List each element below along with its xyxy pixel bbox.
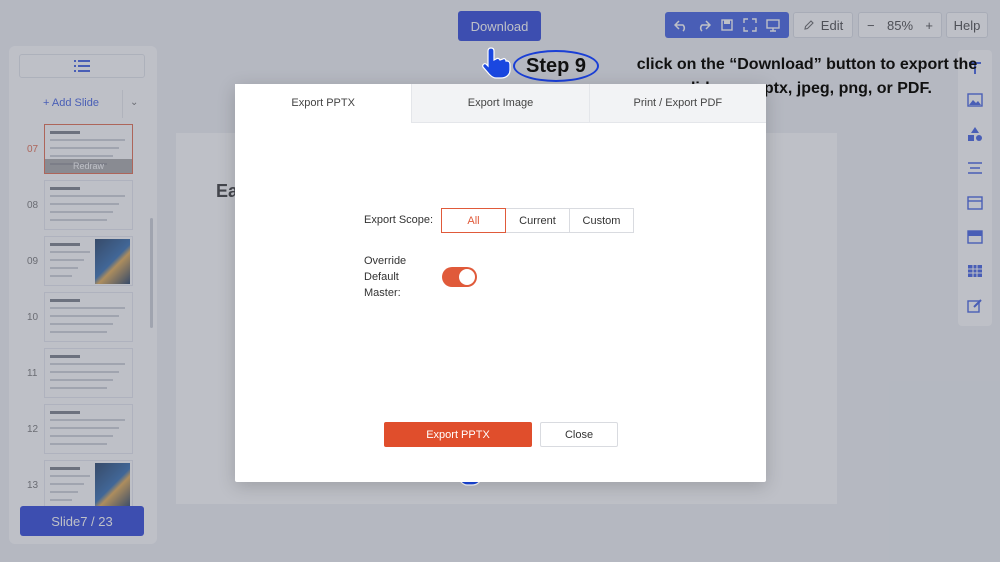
tab-export-pptx[interactable]: Export PPTX	[235, 84, 412, 123]
tab-print-export-pdf[interactable]: Print / Export PDF	[588, 84, 766, 123]
export-dialog: Export PPTX Export Image Print / Export …	[235, 84, 766, 482]
pointer-hand-icon	[478, 45, 512, 79]
export-pptx-button[interactable]: Export PPTX	[384, 422, 532, 447]
export-scope-selector: All Current Custom	[441, 208, 634, 233]
toggle-knob	[459, 269, 475, 285]
scope-option-all[interactable]: All	[441, 208, 506, 233]
scope-option-custom[interactable]: Custom	[569, 208, 634, 233]
tab-export-image[interactable]: Export Image	[411, 84, 589, 123]
scope-option-current[interactable]: Current	[505, 208, 570, 233]
step-badge: Step 9	[513, 50, 599, 82]
override-master-toggle[interactable]	[442, 267, 477, 287]
export-tabs: Export PPTX Export Image Print / Export …	[235, 84, 766, 123]
export-scope-label: Export Scope:	[364, 214, 434, 226]
close-button[interactable]: Close	[540, 422, 618, 447]
override-master-label: Override Default Master:	[364, 255, 407, 299]
